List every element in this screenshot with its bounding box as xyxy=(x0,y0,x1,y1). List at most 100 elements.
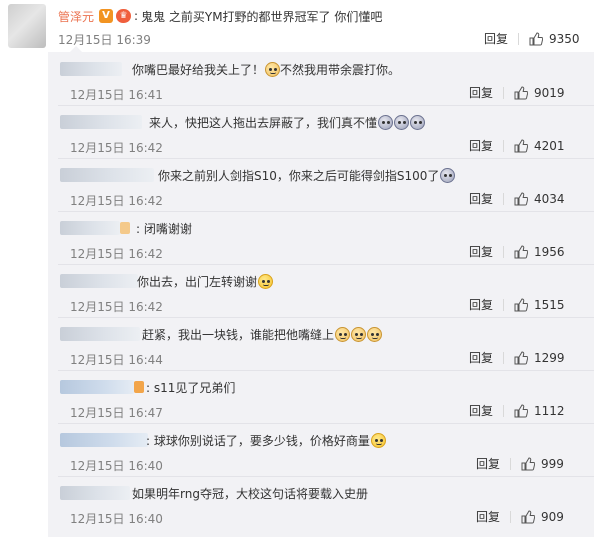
reply-button[interactable]: 回复 xyxy=(469,402,493,419)
row-divider xyxy=(58,423,594,424)
like-count: 9350 xyxy=(549,31,580,46)
action-divider xyxy=(503,351,505,364)
reply-time: 12月15日 16:42 xyxy=(70,194,163,208)
comment-actions: 回复 9350 xyxy=(484,30,580,47)
reply-text: : 球球你别说话了，要多少钱，价格好商量 xyxy=(146,431,386,449)
thumb-up-icon[interactable] xyxy=(514,403,529,418)
reply-text-part: 如果明年rng夺冠，大校这句话将要载入史册 xyxy=(132,486,368,501)
reply-row: : 球球你别说话了，要多少钱，价格好商量 12月15日 16:40 回复 999 xyxy=(48,423,594,476)
reply-row: 你出去，出门左转谢谢 12月15日 16:42 回复 1515 xyxy=(48,264,594,317)
reply-text-part: 赶紧，我出一块钱，谁能把他嘴缝上 xyxy=(142,327,335,342)
reply-row: 你嘴巴最好给我关上了！ 不然我用带余震打你。 12月15日 16:41 回复 9… xyxy=(48,52,594,105)
blurred-username[interactable] xyxy=(60,274,138,288)
blurred-username[interactable] xyxy=(60,380,134,394)
weibo-comment-thread: 管泽元 V ♛ : 鬼鬼 之前买YM打野的都世界冠军了 你们懂吧 12月15日 … xyxy=(0,0,594,537)
blurred-badge xyxy=(134,381,144,393)
blurred-username[interactable] xyxy=(60,433,148,447)
reply-text-part: 你嘴巴最好给我关上了！ xyxy=(132,62,265,77)
action-divider xyxy=(518,32,520,45)
reply-button[interactable]: 回复 xyxy=(476,508,500,525)
blurred-username[interactable] xyxy=(60,115,142,129)
action-divider xyxy=(503,298,505,311)
like-count: 1515 xyxy=(534,297,565,312)
reply-button[interactable]: 回复 xyxy=(469,296,493,313)
row-divider xyxy=(58,476,594,477)
cat-emoji-icon xyxy=(335,326,351,342)
reply-actions: 回复 4034 xyxy=(469,190,565,207)
cat-emoji-icon xyxy=(265,61,281,77)
blurred-username[interactable] xyxy=(60,62,122,76)
action-divider xyxy=(503,245,505,258)
reply-button[interactable]: 回复 xyxy=(469,190,493,207)
reply-text: : 闭嘴谢谢 xyxy=(136,219,192,237)
thumb-up-icon[interactable] xyxy=(514,297,529,312)
reply-text: 你来之前别人剑指S10，你来之后可能得剑指S100了 xyxy=(158,166,456,184)
row-divider xyxy=(58,370,594,371)
cry-emoji-icon xyxy=(440,167,456,183)
thumb-up-icon[interactable] xyxy=(514,138,529,153)
blurred-badge xyxy=(120,222,130,234)
reply-actions: 回复 9019 xyxy=(469,84,565,101)
cry-emoji-icon xyxy=(410,114,426,130)
reply-actions: 回复 1299 xyxy=(469,349,565,366)
blurred-username[interactable] xyxy=(60,168,154,182)
reply-actions: 回复 1515 xyxy=(469,296,565,313)
reply-time: 12月15日 16:47 xyxy=(70,406,163,420)
thumb-up-icon[interactable] xyxy=(514,85,529,100)
reply-time: 12月15日 16:42 xyxy=(70,141,163,155)
smile-emoji-icon xyxy=(258,273,274,289)
reply-button[interactable]: 回复 xyxy=(469,84,493,101)
reply-actions: 回复 1956 xyxy=(469,243,565,260)
cry-emoji-icon xyxy=(394,114,410,130)
reply-button[interactable]: 回复 xyxy=(469,349,493,366)
colon-separator: : xyxy=(134,9,139,23)
reply-actions: 回复 4201 xyxy=(469,137,565,154)
reply-text: 如果明年rng夺冠，大校这句话将要载入史册 xyxy=(132,484,368,502)
reply-text-part: : s11见了兄弟们 xyxy=(146,380,236,395)
reply-button[interactable]: 回复 xyxy=(476,455,500,472)
reply-text-part: 不然我用带余震打你。 xyxy=(280,62,401,77)
like-count: 4034 xyxy=(534,191,565,206)
replies-panel: 你嘴巴最好给我关上了！ 不然我用带余震打你。 12月15日 16:41 回复 9… xyxy=(48,46,594,537)
like-count: 9019 xyxy=(534,85,565,100)
reply-text: : s11见了兄弟们 xyxy=(146,378,235,396)
thumb-up-icon[interactable] xyxy=(521,456,536,471)
like-count: 1956 xyxy=(534,244,565,259)
comment-text: 鬼鬼 之前买YM打野的都世界冠军了 你们懂吧 xyxy=(141,9,383,24)
like-count: 4201 xyxy=(534,138,565,153)
thumb-up-icon[interactable] xyxy=(529,31,544,46)
thumb-up-icon[interactable] xyxy=(514,244,529,259)
thumb-up-icon[interactable] xyxy=(514,191,529,206)
top-comment-line: 管泽元 V ♛ : 鬼鬼 之前买YM打野的都世界冠军了 你们懂吧 xyxy=(58,7,382,25)
reply-row: : 闭嘴谢谢 12月15日 16:42 回复 1956 xyxy=(48,211,594,264)
reply-time: 12月15日 16:41 xyxy=(70,88,163,102)
reply-text: 你嘴巴最好给我关上了！ 不然我用带余震打你。 xyxy=(132,60,400,78)
smile-emoji-icon xyxy=(370,432,386,448)
blurred-username[interactable] xyxy=(60,327,140,341)
reply-text-part: 来人，快把这人拖出去屏蔽了，我们真不懂 xyxy=(149,115,378,130)
reply-text: 来人，快把这人拖出去屏蔽了，我们真不懂 xyxy=(149,113,426,131)
reply-text-part: 你来之前别人剑指S10，你来之后可能得剑指S100了 xyxy=(158,168,440,183)
reply-text: 赶紧，我出一块钱，谁能把他嘴缝上 xyxy=(142,325,383,343)
reply-button[interactable]: 回复 xyxy=(469,243,493,260)
action-divider xyxy=(503,139,505,152)
top-comment: 管泽元 V ♛ : 鬼鬼 之前买YM打野的都世界冠军了 你们懂吧 12月15日 … xyxy=(0,0,594,52)
blurred-username[interactable] xyxy=(60,221,120,235)
reply-button[interactable]: 回复 xyxy=(484,30,508,47)
cry-emoji-icon xyxy=(378,114,394,130)
avatar[interactable] xyxy=(8,4,46,48)
reply-text: 你出去，出门左转谢谢 xyxy=(137,272,274,290)
thumb-up-icon[interactable] xyxy=(521,509,536,524)
username-link[interactable]: 管泽元 xyxy=(58,8,94,25)
thumb-up-icon[interactable] xyxy=(514,350,529,365)
reply-row: : s11见了兄弟们 12月15日 16:47 回复 1112 xyxy=(48,370,594,423)
cat-emoji-icon xyxy=(367,326,383,342)
blurred-username[interactable] xyxy=(60,486,130,500)
reply-button[interactable]: 回复 xyxy=(469,137,493,154)
action-divider xyxy=(510,510,512,523)
reply-row: 来人，快把这人拖出去屏蔽了，我们真不懂 12月15日 16:42 回复 4201 xyxy=(48,105,594,158)
action-divider xyxy=(510,457,512,470)
like-count: 909 xyxy=(541,509,564,524)
reply-time: 12月15日 16:44 xyxy=(70,353,163,367)
action-divider xyxy=(503,86,505,99)
